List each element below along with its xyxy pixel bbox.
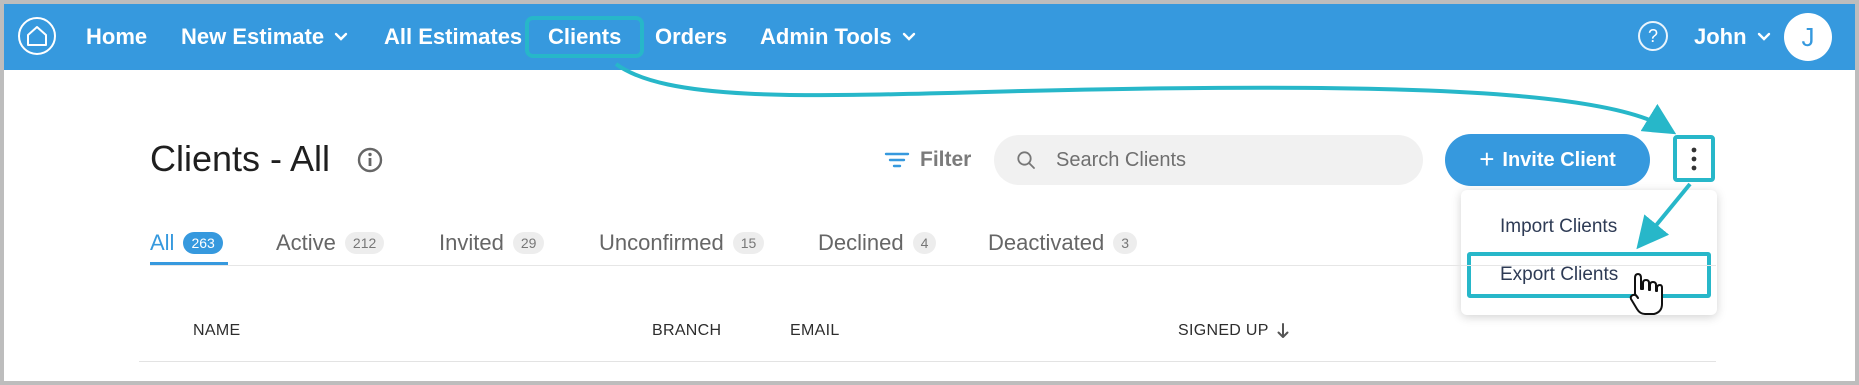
page-title: Clients - All	[150, 138, 331, 179]
house-logo-icon[interactable]	[18, 17, 56, 55]
tab-count-badge: 263	[183, 232, 223, 254]
tab-all[interactable]: All 263	[150, 226, 223, 260]
filter-button[interactable]: Filter	[884, 142, 971, 178]
table-header-divider	[139, 361, 1716, 362]
menu-item-export-clients[interactable]: Export Clients	[1467, 252, 1711, 298]
help-button[interactable]: ?	[1638, 21, 1668, 51]
nav-admin-tools-label: Admin Tools	[760, 24, 892, 49]
invite-client-label: Invite Client	[1502, 148, 1616, 171]
tab-invited[interactable]: Invited 29	[439, 226, 545, 260]
search-input[interactable]	[1056, 135, 1406, 185]
column-header-label: BRANCH	[652, 322, 722, 339]
tab-declined[interactable]: Declined 4	[818, 226, 937, 260]
sort-arrow-down-icon	[1277, 323, 1289, 339]
nav-home[interactable]: Home	[86, 4, 147, 70]
app-window: Home New Estimate All Estimates Clients …	[4, 4, 1855, 381]
nav-clients[interactable]: Clients	[525, 16, 645, 58]
chevron-down-icon	[334, 32, 348, 42]
user-menu[interactable]: John	[1694, 4, 1771, 70]
tab-count-badge: 3	[1113, 232, 1137, 254]
tabs-divider	[150, 265, 1716, 266]
annotation-arrow	[614, 62, 1677, 135]
nav-orders-label: Orders	[655, 24, 728, 49]
menu-item-label: Import Clients	[1500, 216, 1618, 237]
tab-count-badge: 212	[344, 232, 385, 254]
tab-label: Invited	[439, 230, 504, 255]
nav-all-estimates-label: All Estimates	[384, 24, 523, 49]
tab-label: Active	[276, 230, 336, 255]
column-header-label: NAME	[193, 322, 241, 339]
column-header-signed-up[interactable]: SIGNED UP	[1178, 322, 1289, 340]
filter-label: Filter	[920, 148, 972, 171]
tab-count-badge: 29	[512, 232, 545, 254]
question-icon: ?	[1647, 25, 1658, 46]
chevron-down-icon	[902, 32, 916, 42]
plus-icon: +	[1479, 143, 1495, 174]
nav-clients-label: Clients	[548, 24, 622, 49]
info-icon[interactable]	[356, 146, 384, 174]
menu-item-import-clients[interactable]: Import Clients	[1467, 206, 1711, 248]
top-navbar: Home New Estimate All Estimates Clients …	[4, 4, 1855, 70]
invite-client-button[interactable]: + Invite Client	[1445, 134, 1650, 186]
nav-orders[interactable]: Orders	[655, 4, 727, 70]
tab-deactivated[interactable]: Deactivated 3	[988, 226, 1137, 260]
column-header-email[interactable]: EMAIL	[790, 322, 840, 340]
filter-icon	[884, 152, 910, 168]
nav-admin-tools[interactable]: Admin Tools	[760, 4, 916, 70]
kebab-menu-icon	[1691, 147, 1697, 170]
column-header-label: EMAIL	[790, 322, 840, 339]
avatar-initial: J	[1801, 21, 1815, 52]
search-box[interactable]	[994, 135, 1423, 185]
menu-item-label: Export Clients	[1500, 264, 1619, 285]
tab-label: Deactivated	[988, 230, 1105, 255]
chevron-down-icon	[1757, 32, 1771, 42]
avatar[interactable]: J	[1784, 13, 1832, 61]
column-header-label: SIGNED UP	[1178, 322, 1269, 339]
column-header-name[interactable]: NAME	[193, 322, 240, 340]
nav-home-label: Home	[86, 24, 148, 49]
nav-all-estimates[interactable]: All Estimates	[384, 4, 522, 70]
tab-label: Declined	[818, 230, 904, 255]
user-name: John	[1694, 24, 1747, 49]
tab-count-badge: 4	[912, 232, 937, 254]
nav-new-estimate-label: New Estimate	[181, 24, 325, 49]
more-options-menu: Import Clients Export Clients	[1461, 190, 1717, 315]
tab-count-badge: 15	[732, 232, 765, 254]
tab-label: All	[150, 230, 175, 255]
column-header-branch[interactable]: BRANCH	[652, 322, 721, 340]
nav-new-estimate[interactable]: New Estimate	[181, 4, 348, 70]
search-icon	[1017, 151, 1035, 169]
tab-active[interactable]: Active 212	[276, 226, 385, 260]
tab-unconfirmed[interactable]: Unconfirmed 15	[599, 226, 765, 260]
tab-label: Unconfirmed	[599, 230, 724, 255]
more-options-button[interactable]	[1673, 135, 1715, 182]
